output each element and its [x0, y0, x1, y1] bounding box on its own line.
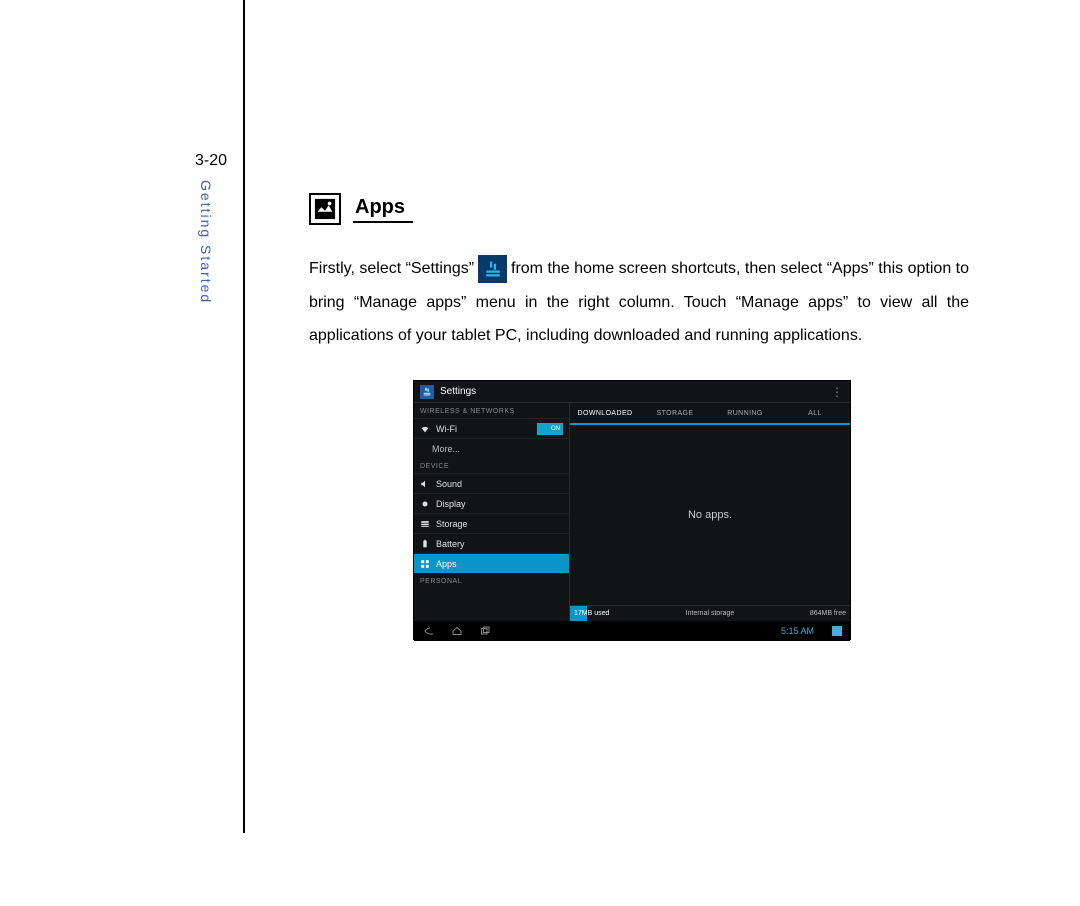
- sidebar-item-sound[interactable]: Sound: [414, 473, 569, 493]
- sound-icon: [420, 479, 430, 489]
- wifi-label: Wi-Fi: [436, 424, 531, 434]
- battery-label: Battery: [436, 539, 563, 549]
- page-number: 3-20: [195, 152, 227, 170]
- sidebar-item-display[interactable]: Display: [414, 493, 569, 513]
- settings-sidebar: WIRELESS & NETWORKS Wi-Fi ON More... DEV…: [414, 403, 570, 621]
- display-label: Display: [436, 499, 563, 509]
- section-label: Getting Started: [198, 180, 214, 304]
- storage-icon: [420, 519, 430, 529]
- status-battery-icon: [832, 626, 842, 636]
- sidebar-item-wifi[interactable]: Wi-Fi ON: [414, 418, 569, 438]
- storage-bar: 17MB used Internal storage 864MB free: [570, 605, 850, 621]
- sound-label: Sound: [436, 479, 563, 489]
- device-header: DEVICE: [414, 458, 569, 473]
- tab-storage[interactable]: STORAGE: [640, 403, 710, 423]
- apps-label: Apps: [436, 559, 563, 569]
- sidebar-item-battery[interactable]: Battery: [414, 533, 569, 553]
- tab-downloaded[interactable]: DOWNLOADED: [570, 403, 640, 423]
- wifi-toggle[interactable]: ON: [537, 423, 563, 435]
- back-icon[interactable]: [422, 625, 436, 637]
- sidebar-item-more[interactable]: More...: [414, 438, 569, 458]
- recent-icon[interactable]: [478, 625, 492, 637]
- display-icon: [420, 499, 430, 509]
- body-line1-b: from the home screen shortcuts, then sel…: [511, 253, 969, 286]
- device-screenshot: Settings ⋮ WIRELESS & NETWORKS Wi-Fi ON …: [413, 380, 851, 640]
- personal-header: PERSONAL: [414, 573, 569, 588]
- storage-label: Storage: [436, 519, 563, 529]
- tab-all[interactable]: ALL: [780, 403, 850, 423]
- settings-inline-icon: [478, 255, 507, 283]
- more-label: More...: [432, 444, 563, 454]
- overflow-menu-icon[interactable]: ⋮: [831, 389, 844, 395]
- home-icon[interactable]: [450, 625, 464, 637]
- tab-running[interactable]: RUNNING: [710, 403, 780, 423]
- body-text: Firstly, select “Settings” from the home…: [309, 253, 969, 352]
- apps-grid-icon: [420, 559, 430, 569]
- settings-title: Settings: [440, 386, 831, 397]
- body-line1-a: Firstly, select “Settings”: [309, 253, 474, 286]
- sidebar-item-apps[interactable]: Apps: [414, 553, 569, 573]
- storage-used: 17MB used: [570, 610, 609, 617]
- settings-app-icon: [420, 385, 434, 399]
- storage-label: Internal storage: [570, 610, 850, 617]
- storage-free: 864MB free: [810, 610, 846, 617]
- sidebar-item-storage[interactable]: Storage: [414, 513, 569, 533]
- apps-icon: [309, 193, 341, 225]
- no-apps-label: No apps.: [570, 425, 850, 605]
- battery-icon: [420, 539, 430, 549]
- wifi-icon: [420, 424, 430, 434]
- section-heading: Apps: [353, 196, 413, 223]
- apps-tabs: DOWNLOADED STORAGE RUNNING ALL: [570, 403, 850, 425]
- nav-bar: 5:15 AM: [414, 621, 850, 641]
- wireless-header: WIRELESS & NETWORKS: [414, 403, 569, 418]
- status-clock: 5:15 AM: [781, 626, 814, 636]
- body-rest: bring “Manage apps” menu in the right co…: [309, 287, 969, 353]
- margin-rule: [243, 0, 245, 833]
